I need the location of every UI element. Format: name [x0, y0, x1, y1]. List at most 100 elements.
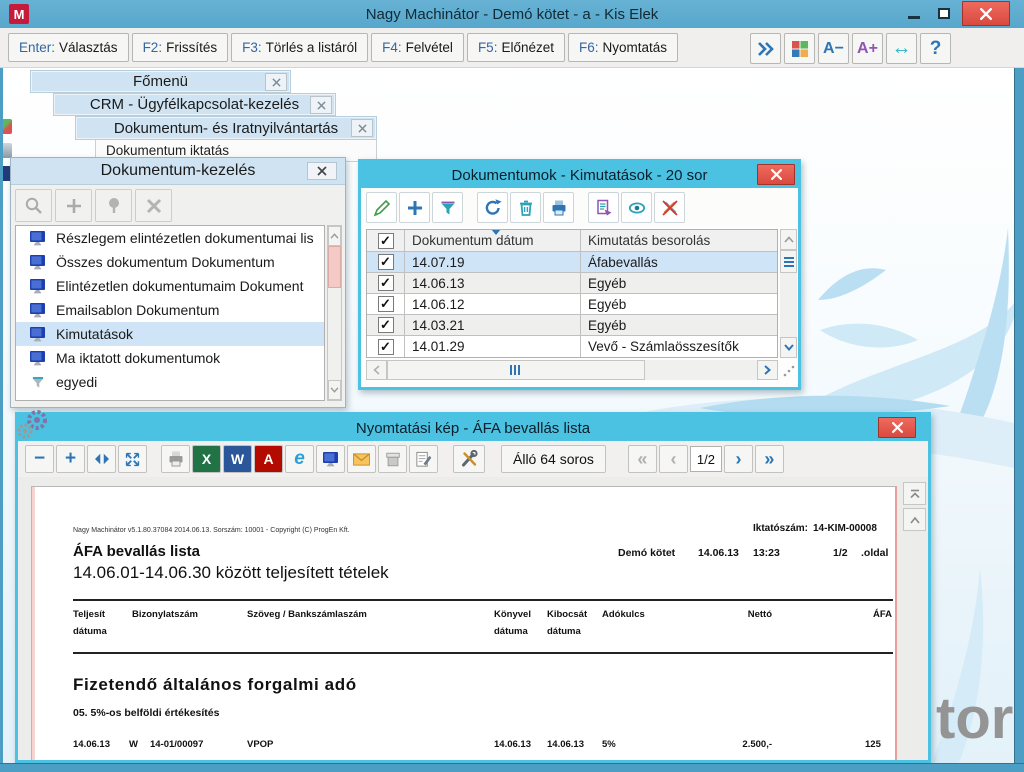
fit-width-button[interactable] — [87, 445, 116, 473]
table-row[interactable]: ✓ 14.06.12 Egyéb — [367, 294, 777, 315]
vscroll-down-button[interactable] — [780, 337, 797, 358]
row-adokulcs: 5% — [602, 739, 616, 750]
edit-button[interactable] — [366, 192, 397, 223]
filter-button[interactable] — [432, 192, 463, 223]
column-header-date[interactable]: Dokumentum dátum — [405, 230, 581, 251]
last-page-button[interactable]: » — [754, 445, 784, 473]
list-item[interactable]: egyedi — [16, 370, 324, 394]
window-bar-dokirat[interactable]: Dokumentum- és Iratnyilvántartás — [75, 116, 377, 140]
list-item[interactable]: Részlegem elintézetlen dokumentumai lis — [16, 226, 324, 250]
next-page-button[interactable]: › — [723, 445, 753, 473]
fomenu-close-button[interactable] — [265, 73, 287, 91]
export-excel-button[interactable]: X — [192, 445, 221, 473]
print-button[interactable] — [543, 192, 574, 223]
list-item[interactable]: Ma iktatott dokumentumok — [16, 346, 324, 370]
list-item[interactable]: Összes dokumentum Dokumentum — [16, 250, 324, 274]
f4-add-button[interactable]: F4: Felvétel — [371, 33, 464, 62]
swap-panels-button[interactable]: ↔ — [886, 33, 917, 64]
vscroll-up-button[interactable] — [780, 229, 797, 250]
table-row[interactable]: ✓ 14.01.29 Vevő - Számlaösszesítők — [367, 336, 777, 357]
enter-select-button[interactable]: Enter: Választás — [8, 33, 129, 62]
crm-close-button[interactable] — [310, 96, 332, 114]
table-row-selected[interactable]: ✓ 14.07.19 Áfabevallás — [367, 252, 777, 273]
help-button[interactable]: ? — [920, 33, 951, 64]
search-button[interactable] — [15, 189, 52, 222]
archive-button[interactable] — [378, 445, 407, 473]
scroll-thumb[interactable] — [328, 246, 341, 288]
hscroll-track[interactable] — [645, 360, 757, 380]
checkbox-checked[interactable]: ✓ — [377, 275, 394, 291]
send-email-button[interactable] — [347, 445, 376, 473]
expand-toolbar-button[interactable] — [750, 33, 781, 64]
doc-list-scrollbar[interactable] — [327, 225, 342, 401]
checkbox-checked[interactable]: ✓ — [377, 254, 394, 270]
f5-preview-button[interactable]: F5: Előnézet — [466, 33, 565, 62]
table-hscrollbar[interactable] — [366, 360, 778, 380]
hscroll-thumb[interactable] — [387, 360, 645, 380]
hscroll-left-button[interactable] — [366, 360, 387, 380]
column-header-category[interactable]: Kimutatás besorolás — [581, 230, 777, 251]
scroll-up-button[interactable] — [903, 508, 926, 531]
new-record-button[interactable] — [399, 192, 430, 223]
no-tools-button[interactable] — [654, 192, 685, 223]
vscroll-thumb[interactable] — [780, 250, 797, 273]
list-item[interactable]: Elintézetlen dokumentumaim Dokument — [16, 274, 324, 298]
dokirat-close-button[interactable] — [351, 119, 373, 137]
delete-button[interactable] — [510, 192, 541, 223]
first-page-button[interactable]: « — [627, 445, 657, 473]
theme-colors-button[interactable] — [784, 33, 815, 64]
report-select-button[interactable] — [588, 192, 619, 223]
font-smaller-button[interactable]: A− — [818, 33, 849, 64]
checkbox-checked[interactable]: ✓ — [377, 232, 394, 249]
font-larger-button[interactable]: A+ — [852, 33, 883, 64]
kimutatasok-title: Dokumentumok - Kimutatások - 20 sor — [451, 166, 708, 184]
scroll-to-top-button[interactable] — [903, 482, 926, 505]
settings-button[interactable] — [453, 445, 485, 473]
pdf-icon: A — [263, 451, 274, 467]
maximize-button[interactable] — [938, 8, 950, 19]
add-button[interactable] — [55, 189, 92, 222]
f6-print-button[interactable]: F6: Nyomtatás — [568, 33, 679, 62]
send-to-screen-button[interactable] — [316, 445, 345, 473]
list-item[interactable]: Emailsablon Dokumentum — [16, 298, 324, 322]
window-bar-fomenu[interactable]: Főmenü — [30, 70, 291, 93]
zoom-out-button[interactable]: − — [25, 445, 54, 473]
checkbox-checked[interactable]: ✓ — [377, 296, 394, 312]
layout-select-button[interactable]: Álló 64 soros — [501, 445, 606, 473]
list-item-selected[interactable]: Kimutatások — [16, 322, 324, 346]
kimutatasok-titlebar[interactable]: Dokumentumok - Kimutatások - 20 sor — [361, 162, 798, 188]
tools-disabled-button[interactable] — [135, 189, 172, 222]
table-row[interactable]: ✓ 14.03.21 Egyéb — [367, 315, 777, 336]
close-button[interactable] — [962, 1, 1010, 26]
edit-report-button[interactable] — [409, 445, 438, 473]
pencil-icon — [373, 199, 390, 216]
table-row[interactable]: ✓ 14.06.13 Egyéb — [367, 273, 777, 294]
doc-manager-close-button[interactable] — [307, 162, 337, 180]
open-browser-button[interactable]: e — [285, 445, 314, 473]
preview-titlebar[interactable]: Nyomtatási kép - ÁFA bevallás lista — [18, 415, 928, 441]
hscroll-right-button[interactable] — [757, 360, 778, 380]
zoom-in-button[interactable]: + — [56, 445, 85, 473]
kimutatasok-close-button[interactable] — [757, 164, 795, 185]
window-bar-crm[interactable]: CRM - Ügyfélkapcsolat-kezelés — [53, 93, 336, 116]
header-check-cell[interactable]: ✓ — [367, 230, 405, 251]
minimize-button[interactable] — [908, 16, 920, 19]
scroll-up-button[interactable] — [328, 226, 341, 246]
table-vscrollbar[interactable] — [780, 229, 797, 358]
fit-page-button[interactable] — [118, 445, 147, 473]
preview-close-button[interactable] — [878, 417, 916, 438]
export-word-button[interactable]: W — [223, 445, 252, 473]
prev-page-button[interactable]: ‹ — [658, 445, 688, 473]
doc-manager-titlebar[interactable]: Dokumentum-kezelés — [11, 158, 345, 185]
checkbox-checked[interactable]: ✓ — [377, 338, 394, 355]
refresh-button[interactable] — [477, 192, 508, 223]
resize-grip[interactable] — [782, 364, 796, 378]
tree-view-button[interactable] — [95, 189, 132, 222]
export-pdf-button[interactable]: A — [254, 445, 283, 473]
checkbox-checked[interactable]: ✓ — [377, 317, 394, 333]
f3-delete-from-list-button[interactable]: F3: Törlés a listáról — [231, 33, 369, 62]
scroll-down-button[interactable] — [328, 380, 341, 400]
view-button[interactable] — [621, 192, 652, 223]
f2-refresh-button[interactable]: F2: Frissítés — [131, 33, 229, 62]
print-button[interactable] — [161, 445, 190, 473]
